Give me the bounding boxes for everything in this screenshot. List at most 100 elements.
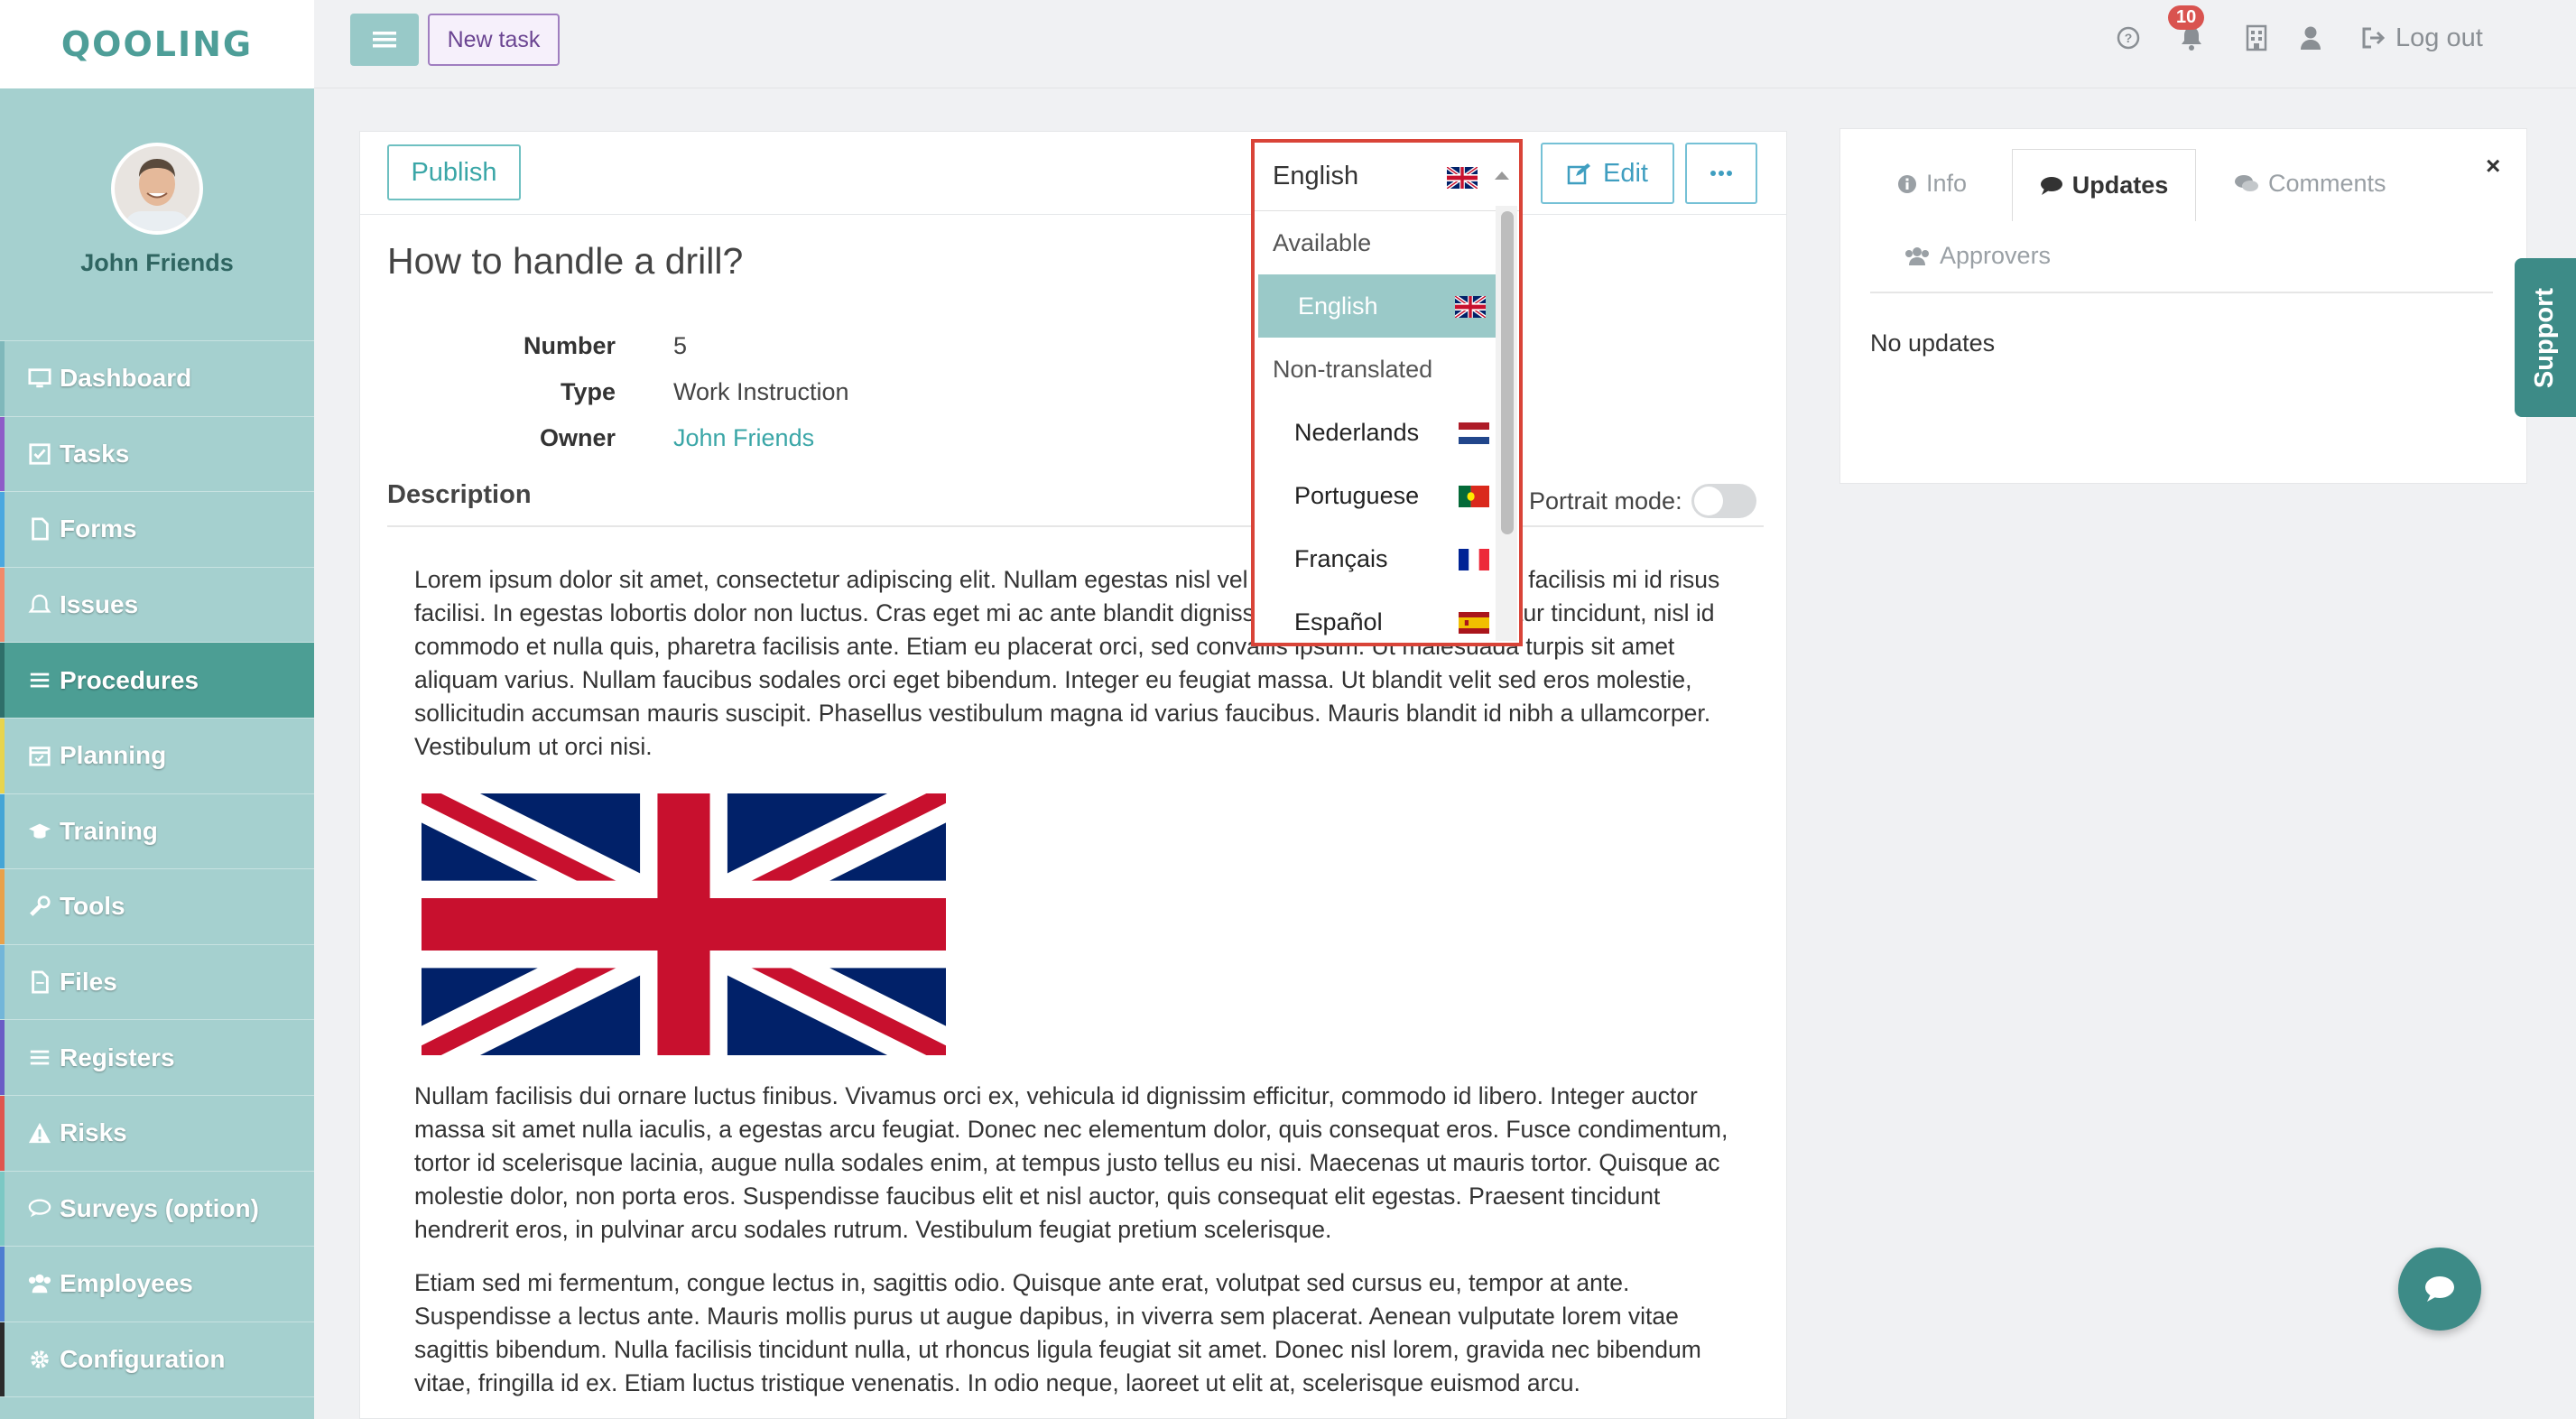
chat-button[interactable] bbox=[2398, 1247, 2481, 1331]
sidebar-item-label: Dashboard bbox=[60, 364, 192, 393]
logout-icon bbox=[2362, 27, 2386, 49]
menu-icon bbox=[373, 32, 396, 48]
bell-icon bbox=[27, 592, 52, 617]
portrait-mode-label: Portrait mode: bbox=[1529, 487, 1682, 515]
spain-flag-icon bbox=[1459, 612, 1489, 634]
dropdown-scrollbar[interactable] bbox=[1501, 211, 1514, 534]
new-task-button[interactable]: New task bbox=[428, 14, 560, 66]
sidebar-item-label: Files bbox=[60, 968, 117, 997]
sidebar-item-files[interactable]: Files bbox=[0, 944, 314, 1021]
profile-button[interactable] bbox=[2293, 20, 2329, 56]
top-bar: QOOLING New task ? 10 Log out bbox=[0, 0, 2576, 88]
help-button[interactable]: ? bbox=[2110, 20, 2146, 56]
sidebar-item-training[interactable]: Training bbox=[0, 793, 314, 870]
edit-label: Edit bbox=[1603, 158, 1648, 188]
sidebar-item-issues[interactable]: Issues bbox=[0, 567, 314, 644]
user-name: John Friends bbox=[80, 249, 234, 276]
support-label: Support bbox=[2530, 287, 2560, 388]
sidebar-item-label: Forms bbox=[60, 515, 137, 543]
sidebar-item-planning[interactable]: Planning bbox=[0, 718, 314, 794]
number-value: 5 bbox=[673, 332, 688, 359]
sidebar-item-employees[interactable]: Employees bbox=[0, 1247, 314, 1322]
sidebar-item-label: Registers bbox=[60, 1043, 175, 1071]
language-option-france[interactable]: Français bbox=[1255, 527, 1506, 590]
chat-icon bbox=[2425, 1276, 2454, 1302]
type-label: Type bbox=[560, 378, 616, 405]
ellipsis-icon bbox=[1710, 171, 1732, 176]
more-options-button[interactable] bbox=[1685, 143, 1757, 204]
card-toolbar: Publish English Edit bbox=[360, 132, 1786, 215]
app-logo[interactable]: QOOLING bbox=[61, 24, 253, 64]
language-option-portugal[interactable]: Portuguese bbox=[1255, 464, 1506, 527]
gear-icon bbox=[27, 1347, 52, 1372]
comment-icon bbox=[2040, 176, 2062, 195]
language-dropdown-header[interactable]: English bbox=[1255, 143, 1519, 211]
caret-up-icon bbox=[1495, 172, 1509, 180]
edit-button[interactable]: Edit bbox=[1541, 143, 1674, 204]
sidebar-item-configuration[interactable]: Configuration bbox=[0, 1322, 314, 1398]
tab-approvers[interactable]: Approvers bbox=[1904, 242, 2051, 270]
sidebar-item-surveys-option[interactable]: Surveys (option) bbox=[0, 1171, 314, 1247]
sidebar-item-tools[interactable]: Tools bbox=[0, 869, 314, 945]
sidebar: John Friends Dashboard Tasks Forms Issues Pr… bbox=[0, 88, 314, 1419]
tab-info[interactable]: Info bbox=[1897, 170, 1967, 198]
tab-comments[interactable]: Comments bbox=[2234, 170, 2386, 198]
uk-flag-icon bbox=[1446, 164, 1478, 191]
language-options: Available English Non-translated Nederlands… bbox=[1255, 211, 1506, 654]
owner-label: Owner bbox=[539, 424, 616, 451]
sidebar-item-label: Tools bbox=[60, 892, 125, 921]
uk-flag-image bbox=[422, 793, 946, 1055]
checkbox-icon bbox=[27, 441, 52, 467]
building-icon bbox=[2246, 24, 2267, 51]
menu-toggle-button[interactable] bbox=[350, 14, 419, 66]
language-option-label: Español bbox=[1294, 607, 1383, 635]
language-option-label: Nederlands bbox=[1294, 418, 1420, 446]
tab-updates-label: Updates bbox=[2071, 172, 2169, 199]
sidebar-item-label: Procedures bbox=[60, 665, 199, 694]
user-profile[interactable]: John Friends bbox=[0, 88, 314, 341]
language-option-spain[interactable]: Español bbox=[1255, 590, 1506, 654]
sidebar-item-risks[interactable]: Risks bbox=[0, 1095, 314, 1172]
graduation-icon bbox=[27, 819, 52, 844]
logout-button[interactable]: Log out bbox=[2361, 18, 2483, 58]
language-option-label: Portuguese bbox=[1294, 481, 1420, 509]
language-option-uk[interactable]: English bbox=[1258, 274, 1502, 338]
logo-area[interactable]: QOOLING bbox=[0, 0, 314, 88]
language-dropdown: English Available English Non-translated Ne… bbox=[1251, 139, 1523, 646]
info-icon bbox=[1898, 174, 1916, 193]
sidebar-item-label: Employees bbox=[60, 1269, 193, 1298]
close-panel-button[interactable]: × bbox=[2486, 152, 2500, 181]
language-option-label: English bbox=[1298, 292, 1378, 320]
portrait-mode-control: Portrait mode: bbox=[1529, 484, 1756, 518]
wrench-icon bbox=[27, 894, 52, 919]
file-icon bbox=[27, 969, 52, 995]
sidebar-item-procedures[interactable]: Procedures bbox=[0, 643, 314, 719]
document-icon bbox=[27, 516, 52, 542]
portrait-mode-toggle[interactable] bbox=[1691, 484, 1756, 518]
language-option-netherlands[interactable]: Nederlands bbox=[1255, 401, 1506, 464]
tab-comments-label: Comments bbox=[2268, 170, 2386, 197]
sidebar-item-label: Training bbox=[60, 816, 158, 845]
avatar-image bbox=[115, 146, 199, 231]
support-tab[interactable]: Support bbox=[2515, 258, 2576, 417]
avatar[interactable] bbox=[111, 143, 203, 235]
notification-count-badge: 10 bbox=[2168, 5, 2205, 30]
monitor-icon bbox=[27, 366, 52, 391]
user-icon bbox=[2301, 26, 2321, 50]
procedure-card: Publish English Edit How to handle a dri… bbox=[359, 131, 1787, 1419]
sidebar-item-forms[interactable]: Forms bbox=[0, 492, 314, 568]
language-selected-label: English bbox=[1273, 162, 1359, 190]
list-icon bbox=[27, 1045, 52, 1071]
sidebar-item-dashboard[interactable]: Dashboard bbox=[0, 341, 314, 417]
tab-updates[interactable]: Updates bbox=[2012, 149, 2196, 221]
sidebar-item-tasks[interactable]: Tasks bbox=[0, 416, 314, 493]
page-title: How to handle a drill? bbox=[387, 240, 744, 282]
publish-button[interactable]: Publish bbox=[387, 144, 521, 200]
type-value: Work Instruction bbox=[673, 378, 849, 405]
owner-link[interactable]: John Friends bbox=[673, 424, 814, 452]
sidebar-item-registers[interactable]: Registers bbox=[0, 1020, 314, 1096]
language-option-label: Français bbox=[1294, 544, 1388, 572]
main-navigation: Dashboard Tasks Forms Issues Procedures Plann… bbox=[0, 341, 314, 1398]
organization-button[interactable] bbox=[2238, 20, 2275, 56]
list-icon bbox=[27, 668, 52, 693]
